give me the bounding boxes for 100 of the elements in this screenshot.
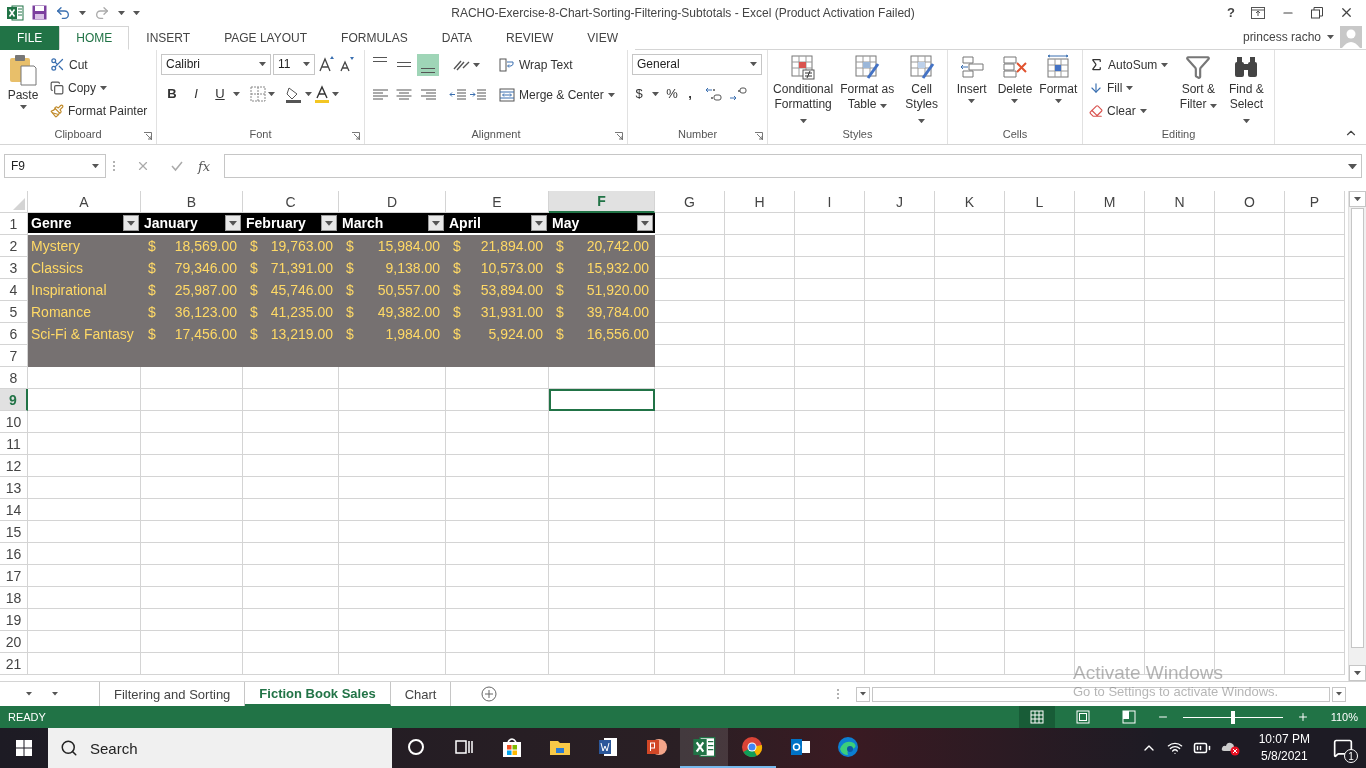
ribbon-display-icon[interactable] xyxy=(1251,6,1265,19)
row-header[interactable]: 9 xyxy=(0,389,28,412)
restore-icon[interactable] xyxy=(1311,6,1323,19)
help-button[interactable]: ? xyxy=(1227,5,1235,21)
currency-symbol: $ xyxy=(346,260,354,277)
caret-icon xyxy=(799,118,807,123)
dialog-launcher-icon[interactable] xyxy=(352,132,360,141)
caret-icon xyxy=(259,62,266,67)
filter-dropdown-button[interactable] xyxy=(225,215,241,232)
dialog-launcher-icon[interactable] xyxy=(144,132,152,141)
caret-icon xyxy=(1209,103,1217,108)
merge-center-button[interactable]: Merge & Center xyxy=(497,83,617,106)
format-painter-button[interactable]: Format Painter xyxy=(48,99,150,122)
scroll-down-button[interactable] xyxy=(1349,665,1366,682)
shrink-font-icon[interactable] xyxy=(337,55,355,74)
filter-dropdown-button[interactable] xyxy=(637,215,653,232)
underline-button[interactable]: U xyxy=(209,82,231,105)
wrap-text-button[interactable]: Wrap Text xyxy=(497,53,575,76)
caret-icon xyxy=(233,91,240,96)
comma-button[interactable]: , xyxy=(685,82,695,105)
enter-check-icon[interactable] xyxy=(170,159,184,174)
fill-button[interactable]: Fill xyxy=(1087,76,1136,99)
name-box[interactable]: F9 xyxy=(4,154,106,179)
ribbon-tab[interactable]: HOME xyxy=(59,25,130,50)
avatar-icon xyxy=(1340,26,1362,49)
amount-value: 49,382.00 xyxy=(377,304,440,321)
view-button[interactable] xyxy=(1018,706,1055,728)
bold-button[interactable]: B xyxy=(161,82,183,105)
filter-dropdown-button[interactable] xyxy=(123,215,139,232)
filter-dropdown-button[interactable] xyxy=(321,215,337,232)
grow-font-icon[interactable] xyxy=(317,55,335,74)
formula-input[interactable] xyxy=(224,154,1362,179)
currency-symbol: $ xyxy=(453,238,461,255)
style-button[interactable]: Format as Table xyxy=(836,53,899,129)
font-size-field[interactable]: 11 xyxy=(273,53,315,75)
table-cell: Sci-Fi & Fantasy xyxy=(28,323,141,346)
autosum-button[interactable]: AutoSum xyxy=(1087,53,1171,76)
vertical-align-button[interactable] xyxy=(417,53,439,76)
taskbar-search-field[interactable]: Search xyxy=(48,728,392,768)
cell-size-icon xyxy=(1045,53,1072,80)
filter-dropdown-button[interactable] xyxy=(428,215,444,232)
amount-value: 19,763.00 xyxy=(270,238,333,255)
up-arrow-icon xyxy=(1354,197,1361,202)
scroll-right-button[interactable] xyxy=(1332,686,1346,702)
paste-button[interactable]: Paste xyxy=(4,53,42,129)
font-name-field[interactable]: Calibri xyxy=(161,53,271,75)
scroll-up-button[interactable] xyxy=(1349,191,1366,208)
currency-button[interactable]: $ xyxy=(632,82,646,105)
sort-filter-button[interactable]: Sort & Filter xyxy=(1178,53,1219,129)
undo-icon[interactable] xyxy=(55,4,71,21)
column-header[interactable]: F xyxy=(549,191,655,214)
clock-date[interactable]: 5/8/2021 xyxy=(1260,748,1308,765)
insert-function-button[interactable]: fx xyxy=(190,158,219,174)
amount-value: 1,984.00 xyxy=(385,326,440,343)
cells-button[interactable]: Delete xyxy=(995,53,1035,129)
find-select-button[interactable]: Find & Select xyxy=(1226,53,1267,129)
zoom-thumb[interactable] xyxy=(1230,710,1235,724)
copy-button[interactable]: Copy xyxy=(48,76,109,99)
decrease-decimal-icon[interactable] xyxy=(729,85,747,102)
percent-button[interactable]: % xyxy=(665,82,679,105)
cells-button[interactable]: Format xyxy=(1038,53,1078,129)
fill-down-icon xyxy=(1089,80,1103,95)
align-icon xyxy=(372,87,388,102)
clock-time[interactable]: 10:07 PM xyxy=(1258,731,1310,748)
font-color-icon[interactable] xyxy=(314,84,330,103)
style-button[interactable]: Cell Styles xyxy=(900,53,943,129)
user-name[interactable]: princess racho xyxy=(1242,30,1321,45)
sheet-tab[interactable]: Fiction Book Sales xyxy=(245,682,391,706)
italic-button[interactable]: I xyxy=(185,82,207,105)
number-format-field[interactable]: General xyxy=(632,53,762,75)
caret-icon xyxy=(473,62,480,67)
caret-icon xyxy=(1161,62,1169,67)
cut-button[interactable]: Cut xyxy=(48,53,90,76)
add-sheet-icon[interactable] xyxy=(481,686,498,703)
sort-filter-icon xyxy=(1185,53,1212,80)
filter-dropdown-button[interactable] xyxy=(531,215,547,232)
spreadsheet-app-button[interactable] xyxy=(680,728,728,768)
currency-symbol: $ xyxy=(556,238,564,255)
cell-brush-icon xyxy=(908,53,935,80)
clear-button[interactable]: Clear xyxy=(1087,99,1149,122)
style-button[interactable]: Conditional Formatting xyxy=(772,53,835,129)
zoom-in-icon[interactable] xyxy=(1296,711,1309,723)
cells-button[interactable]: Insert xyxy=(952,53,992,129)
save-icon[interactable] xyxy=(32,5,47,21)
cloud-error-icon[interactable] xyxy=(1220,740,1241,756)
horizontal-scrollbar[interactable] xyxy=(872,686,1330,702)
dialog-launcher-icon[interactable] xyxy=(755,132,763,141)
header-text: May xyxy=(552,215,580,232)
ribbon-tab[interactable]: FILE xyxy=(0,25,60,50)
scroll-thumb[interactable] xyxy=(1351,208,1364,649)
increase-decimal-icon[interactable] xyxy=(705,85,723,102)
wifi-icon[interactable] xyxy=(1166,740,1183,756)
amount-value: 18,569.00 xyxy=(174,238,237,255)
dialog-launcher-icon[interactable] xyxy=(615,132,623,141)
active-cell[interactable] xyxy=(549,389,655,412)
zoom-percent[interactable]: 110% xyxy=(1330,711,1358,723)
fill-color-icon[interactable] xyxy=(285,84,303,103)
currency-symbol: $ xyxy=(148,238,156,255)
notifications-button[interactable]: 1 xyxy=(1328,733,1358,763)
scroll-left-button[interactable] xyxy=(856,686,870,702)
